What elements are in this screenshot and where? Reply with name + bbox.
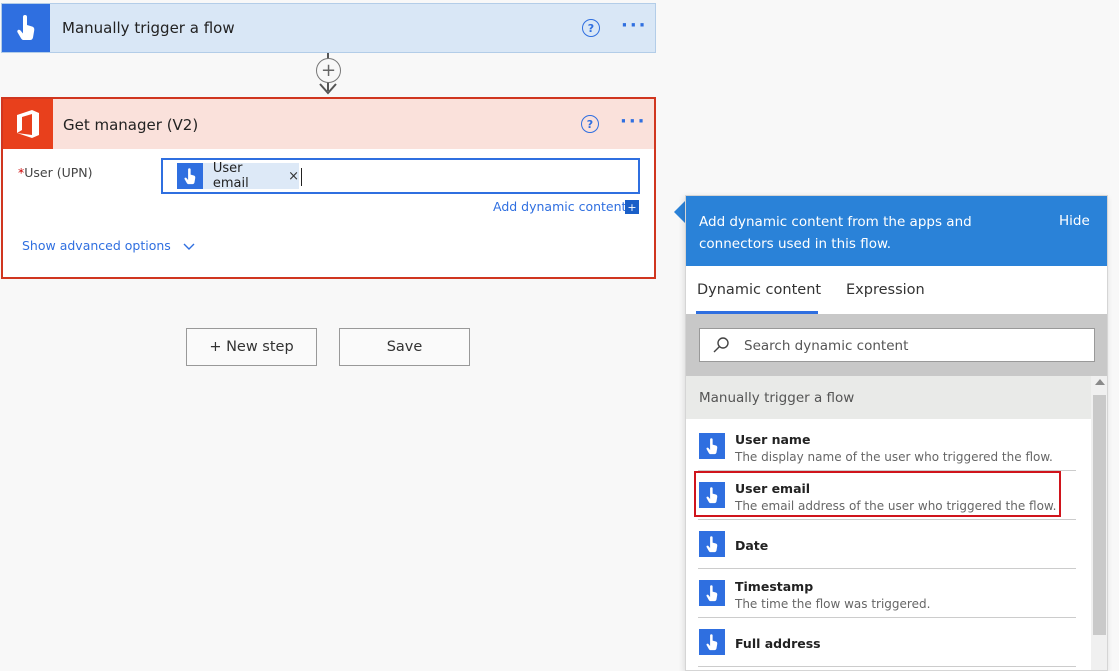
panel-header-text: Add dynamic content from the apps and co… <box>699 214 972 252</box>
search-icon <box>713 337 729 353</box>
add-dynamic-content-icon[interactable]: + <box>625 200 639 214</box>
user-email-token[interactable]: User email × <box>177 161 299 191</box>
tab-expression[interactable]: Expression <box>846 282 925 298</box>
scroll-up-arrow[interactable] <box>1095 379 1105 385</box>
arrow-down-icon <box>319 83 337 95</box>
advanced-label: Show advanced options <box>22 238 171 253</box>
hand-touch-icon <box>699 531 725 557</box>
list-item-timestamp[interactable]: Timestamp The time the flow was triggere… <box>698 569 1076 618</box>
new-step-button[interactable]: + New step <box>186 328 317 366</box>
section-title: Manually trigger a flow <box>699 390 855 406</box>
dynamic-content-panel: Add dynamic content from the apps and co… <box>685 195 1108 671</box>
highlight-box <box>694 471 1061 517</box>
hide-button[interactable]: Hide <box>1059 213 1090 229</box>
token-label: User email <box>212 161 249 191</box>
hand-touch-icon <box>699 580 725 606</box>
trigger-title: Manually trigger a flow <box>62 19 235 37</box>
hand-touch-icon <box>699 629 725 655</box>
get-manager-card: Get manager (V2) ? ··· *User (UPN) User … <box>1 97 656 279</box>
user-upn-label: *User (UPN) <box>18 165 93 180</box>
item-description: The display name of the user who trigger… <box>735 450 1053 464</box>
tab-dynamic-content[interactable]: Dynamic content <box>697 282 821 298</box>
list-item-user-name[interactable]: User name The display name of the user w… <box>698 422 1076 471</box>
insert-step-button[interactable]: + <box>316 58 341 83</box>
item-name: Full address <box>735 636 821 651</box>
remove-token-icon[interactable]: × <box>288 169 299 184</box>
search-area: Search dynamic content <box>686 314 1107 376</box>
hand-touch-icon <box>699 433 725 459</box>
card-header[interactable]: Get manager (V2) ? ··· <box>3 99 654 149</box>
chevron-down-icon <box>183 243 195 250</box>
user-upn-input[interactable]: User email × <box>161 158 640 194</box>
more-options-icon[interactable]: ··· <box>621 15 648 36</box>
hand-touch-icon <box>2 4 50 52</box>
item-name: Timestamp <box>735 579 814 594</box>
item-name: User name <box>735 432 811 447</box>
item-description: The time the flow was triggered. <box>735 597 931 611</box>
hand-touch-icon <box>177 163 203 189</box>
trigger-card[interactable]: Manually trigger a flow ? ··· <box>1 3 656 53</box>
list-item-full-address[interactable]: Full address <box>698 618 1076 667</box>
section-header[interactable]: Manually trigger a flow <box>686 376 1091 419</box>
office-icon <box>3 99 53 149</box>
more-options-icon[interactable]: ··· <box>620 111 647 132</box>
item-name: Date <box>735 538 769 553</box>
show-advanced-options[interactable]: Show advanced options <box>22 238 195 253</box>
panel-header: Add dynamic content from the apps and co… <box>686 196 1107 266</box>
save-button[interactable]: Save <box>339 328 470 366</box>
search-input[interactable]: Search dynamic content <box>699 328 1095 362</box>
list-item-date[interactable]: Date <box>698 520 1076 569</box>
help-icon[interactable]: ? <box>581 115 599 133</box>
scrollbar-thumb[interactable] <box>1093 395 1106 635</box>
card-title: Get manager (V2) <box>63 116 199 134</box>
add-dynamic-content-link[interactable]: Add dynamic content <box>493 199 626 214</box>
field-label-text: User (UPN) <box>24 165 93 180</box>
text-caret <box>301 168 302 186</box>
search-placeholder: Search dynamic content <box>744 338 909 354</box>
help-icon[interactable]: ? <box>582 19 600 37</box>
panel-tabs: Dynamic content Expression <box>686 266 1107 314</box>
